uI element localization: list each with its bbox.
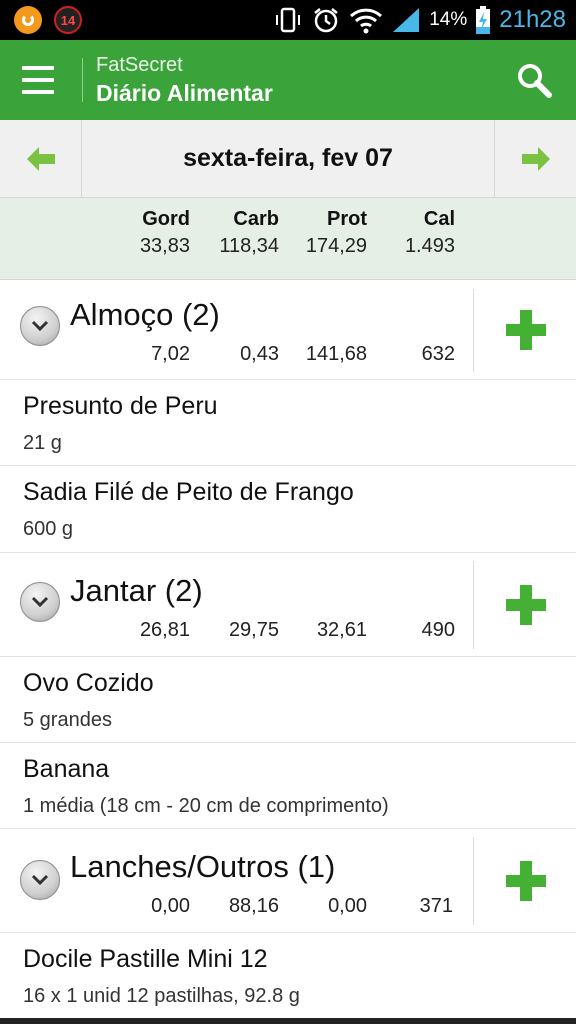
totals-cal: Cal 1.493: [365, 208, 455, 258]
meal-carb: 88,16: [228, 895, 279, 917]
notification-count-badge: 14: [54, 6, 82, 34]
current-date[interactable]: sexta-feira, fev 07: [82, 144, 494, 173]
alarm-icon: [314, 8, 338, 33]
food-quantity: 5 grandes: [23, 709, 112, 731]
chevron-down-icon[interactable]: [20, 860, 60, 900]
search-icon[interactable]: [516, 62, 552, 98]
battery-percent: 14%: [429, 9, 468, 30]
meal-title: Almoço (2): [70, 297, 220, 332]
food-quantity: 600 g: [23, 518, 74, 540]
chevron-down-icon[interactable]: [20, 582, 60, 622]
food-quantity: 21 g: [23, 432, 62, 454]
meal-carb: 0,43: [240, 343, 279, 365]
meal-section-lanches[interactable]: Lanches/Outros (1) 0,00 88,16 0,00 371: [0, 829, 576, 933]
meal-cal: 632: [421, 343, 455, 365]
chevron-down-icon[interactable]: [20, 306, 60, 346]
totals-fat: Gord 33,83: [100, 208, 190, 258]
food-name: Presunto de Peru: [23, 392, 218, 420]
meal-prot: 141,68: [305, 343, 367, 365]
hamburger-menu-icon[interactable]: [18, 62, 58, 98]
totals-carb: Carb 118,34: [189, 208, 279, 258]
app-notification-icon: [14, 6, 42, 34]
meal-fat: 26,81: [139, 619, 190, 641]
food-item[interactable]: Sadia Filé de Peito de Frango 600 g: [0, 466, 576, 553]
next-day-button[interactable]: [494, 120, 576, 198]
food-name: Ovo Cozido: [23, 669, 154, 697]
totals-value: 174,29: [305, 235, 367, 257]
arrow-left-icon: [26, 147, 55, 171]
totals-header: Cal: [423, 208, 455, 230]
food-item[interactable]: Presunto de Peru 21 g: [0, 380, 576, 466]
wifi-icon: [350, 8, 383, 34]
battery-charging-icon: [476, 6, 491, 34]
bottom-edge: [0, 1018, 576, 1024]
food-item[interactable]: Docile Pastille Mini 12 16 x 1 unid 12 p…: [0, 933, 576, 1018]
plus-icon[interactable]: [506, 310, 546, 350]
daily-totals: Gord 33,83 Carb 118,34 Prot 174,29 Cal 1…: [0, 198, 576, 280]
meal-cal: 371: [419, 895, 453, 917]
food-quantity: 1 média (18 cm - 20 cm de comprimento): [23, 795, 389, 817]
vibrate-icon: [276, 7, 301, 33]
totals-value: 1.493: [404, 235, 455, 257]
clock: 21h28: [499, 6, 566, 33]
status-bar: 14 14% 21h28: [0, 0, 576, 40]
meal-carb: 29,75: [228, 619, 279, 641]
totals-value: 118,34: [219, 235, 279, 257]
signal-icon: [393, 8, 420, 32]
app-bar-divider: [82, 58, 83, 102]
divider: [473, 289, 474, 372]
meal-prot: 0,00: [328, 895, 367, 917]
totals-header: Prot: [327, 208, 367, 230]
app-name: FatSecret: [96, 54, 183, 76]
totals-header: Carb: [233, 208, 279, 230]
totals-header: Gord: [142, 208, 190, 230]
meal-title: Jantar (2): [70, 573, 203, 608]
meal-cal: 490: [421, 619, 455, 641]
date-navigator: sexta-feira, fev 07: [0, 120, 576, 198]
totals-value: 33,83: [139, 235, 190, 257]
plus-icon[interactable]: [506, 861, 546, 901]
meal-section-jantar[interactable]: Jantar (2) 26,81 29,75 32,61 490: [0, 553, 576, 657]
previous-day-button[interactable]: [0, 120, 82, 198]
plus-icon[interactable]: [506, 585, 546, 625]
app-bar: FatSecret Diário Alimentar: [0, 40, 576, 120]
food-name: Banana: [23, 755, 110, 783]
meal-title: Lanches/Outros (1): [70, 849, 336, 884]
food-quantity: 16 x 1 unid 12 pastilhas, 92.8 g: [23, 985, 300, 1007]
meal-section-almoco[interactable]: Almoço (2) 7,02 0,43 141,68 632: [0, 281, 576, 380]
meal-prot: 32,61: [316, 619, 367, 641]
divider: [473, 561, 474, 649]
food-item[interactable]: Banana 1 média (18 cm - 20 cm de comprim…: [0, 743, 576, 829]
food-item[interactable]: Ovo Cozido 5 grandes: [0, 657, 576, 743]
meal-fat: 0,00: [151, 895, 190, 917]
food-name: Sadia Filé de Peito de Frango: [23, 478, 354, 506]
food-name: Docile Pastille Mini 12: [23, 945, 268, 973]
arrow-right-icon: [521, 147, 550, 171]
meal-fat: 7,02: [151, 343, 190, 365]
divider: [473, 837, 474, 925]
totals-prot: Prot 174,29: [277, 208, 367, 258]
page-title: Diário Alimentar: [96, 80, 273, 106]
